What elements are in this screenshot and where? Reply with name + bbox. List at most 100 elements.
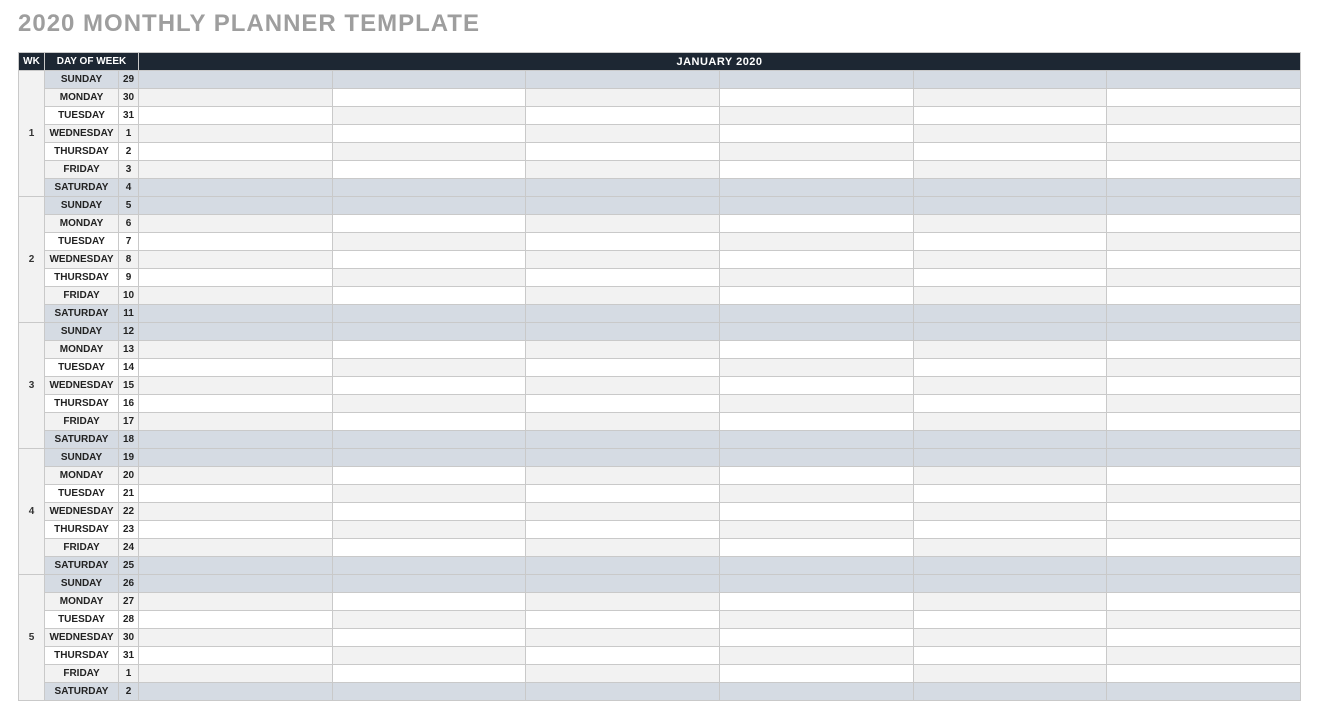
entry-cell[interactable] xyxy=(719,413,913,431)
entry-cell[interactable] xyxy=(332,215,526,233)
entry-cell[interactable] xyxy=(139,161,333,179)
entry-cell[interactable] xyxy=(526,665,720,683)
entry-cell[interactable] xyxy=(913,107,1107,125)
entry-cell[interactable] xyxy=(332,323,526,341)
entry-cell[interactable] xyxy=(526,323,720,341)
entry-cell[interactable] xyxy=(332,359,526,377)
entry-cell[interactable] xyxy=(332,467,526,485)
entry-cell[interactable] xyxy=(526,143,720,161)
entry-cell[interactable] xyxy=(139,323,333,341)
entry-cell[interactable] xyxy=(913,413,1107,431)
entry-cell[interactable] xyxy=(1107,629,1301,647)
entry-cell[interactable] xyxy=(913,359,1107,377)
entry-cell[interactable] xyxy=(719,323,913,341)
entry-cell[interactable] xyxy=(719,683,913,701)
entry-cell[interactable] xyxy=(526,575,720,593)
entry-cell[interactable] xyxy=(526,521,720,539)
entry-cell[interactable] xyxy=(719,341,913,359)
entry-cell[interactable] xyxy=(1107,377,1301,395)
entry-cell[interactable] xyxy=(913,287,1107,305)
entry-cell[interactable] xyxy=(913,629,1107,647)
entry-cell[interactable] xyxy=(1107,179,1301,197)
entry-cell[interactable] xyxy=(526,71,720,89)
entry-cell[interactable] xyxy=(332,377,526,395)
entry-cell[interactable] xyxy=(1107,251,1301,269)
entry-cell[interactable] xyxy=(526,161,720,179)
entry-cell[interactable] xyxy=(1107,269,1301,287)
entry-cell[interactable] xyxy=(139,107,333,125)
entry-cell[interactable] xyxy=(719,71,913,89)
entry-cell[interactable] xyxy=(913,323,1107,341)
entry-cell[interactable] xyxy=(139,629,333,647)
entry-cell[interactable] xyxy=(719,269,913,287)
entry-cell[interactable] xyxy=(719,125,913,143)
entry-cell[interactable] xyxy=(526,503,720,521)
entry-cell[interactable] xyxy=(332,161,526,179)
entry-cell[interactable] xyxy=(913,305,1107,323)
entry-cell[interactable] xyxy=(332,557,526,575)
entry-cell[interactable] xyxy=(1107,287,1301,305)
entry-cell[interactable] xyxy=(526,377,720,395)
entry-cell[interactable] xyxy=(332,683,526,701)
entry-cell[interactable] xyxy=(1107,359,1301,377)
entry-cell[interactable] xyxy=(913,557,1107,575)
entry-cell[interactable] xyxy=(1107,665,1301,683)
entry-cell[interactable] xyxy=(526,107,720,125)
entry-cell[interactable] xyxy=(913,521,1107,539)
entry-cell[interactable] xyxy=(332,179,526,197)
entry-cell[interactable] xyxy=(1107,215,1301,233)
entry-cell[interactable] xyxy=(139,287,333,305)
entry-cell[interactable] xyxy=(913,251,1107,269)
entry-cell[interactable] xyxy=(719,647,913,665)
entry-cell[interactable] xyxy=(139,71,333,89)
entry-cell[interactable] xyxy=(526,485,720,503)
entry-cell[interactable] xyxy=(1107,503,1301,521)
entry-cell[interactable] xyxy=(332,413,526,431)
entry-cell[interactable] xyxy=(139,449,333,467)
entry-cell[interactable] xyxy=(139,179,333,197)
entry-cell[interactable] xyxy=(526,89,720,107)
entry-cell[interactable] xyxy=(526,215,720,233)
entry-cell[interactable] xyxy=(332,629,526,647)
entry-cell[interactable] xyxy=(332,269,526,287)
entry-cell[interactable] xyxy=(719,593,913,611)
entry-cell[interactable] xyxy=(526,539,720,557)
entry-cell[interactable] xyxy=(719,539,913,557)
entry-cell[interactable] xyxy=(719,611,913,629)
entry-cell[interactable] xyxy=(139,575,333,593)
entry-cell[interactable] xyxy=(1107,431,1301,449)
entry-cell[interactable] xyxy=(526,611,720,629)
entry-cell[interactable] xyxy=(913,485,1107,503)
entry-cell[interactable] xyxy=(719,215,913,233)
entry-cell[interactable] xyxy=(332,503,526,521)
entry-cell[interactable] xyxy=(719,197,913,215)
entry-cell[interactable] xyxy=(1107,197,1301,215)
entry-cell[interactable] xyxy=(332,449,526,467)
entry-cell[interactable] xyxy=(719,503,913,521)
entry-cell[interactable] xyxy=(332,521,526,539)
entry-cell[interactable] xyxy=(719,377,913,395)
entry-cell[interactable] xyxy=(139,377,333,395)
entry-cell[interactable] xyxy=(1107,71,1301,89)
entry-cell[interactable] xyxy=(719,449,913,467)
entry-cell[interactable] xyxy=(913,647,1107,665)
entry-cell[interactable] xyxy=(332,539,526,557)
entry-cell[interactable] xyxy=(526,647,720,665)
entry-cell[interactable] xyxy=(332,251,526,269)
entry-cell[interactable] xyxy=(913,503,1107,521)
entry-cell[interactable] xyxy=(719,179,913,197)
entry-cell[interactable] xyxy=(139,215,333,233)
entry-cell[interactable] xyxy=(526,557,720,575)
entry-cell[interactable] xyxy=(913,233,1107,251)
entry-cell[interactable] xyxy=(139,647,333,665)
entry-cell[interactable] xyxy=(332,89,526,107)
entry-cell[interactable] xyxy=(526,683,720,701)
entry-cell[interactable] xyxy=(913,539,1107,557)
entry-cell[interactable] xyxy=(719,251,913,269)
entry-cell[interactable] xyxy=(139,431,333,449)
entry-cell[interactable] xyxy=(139,485,333,503)
entry-cell[interactable] xyxy=(913,179,1107,197)
entry-cell[interactable] xyxy=(332,233,526,251)
entry-cell[interactable] xyxy=(719,359,913,377)
entry-cell[interactable] xyxy=(913,89,1107,107)
